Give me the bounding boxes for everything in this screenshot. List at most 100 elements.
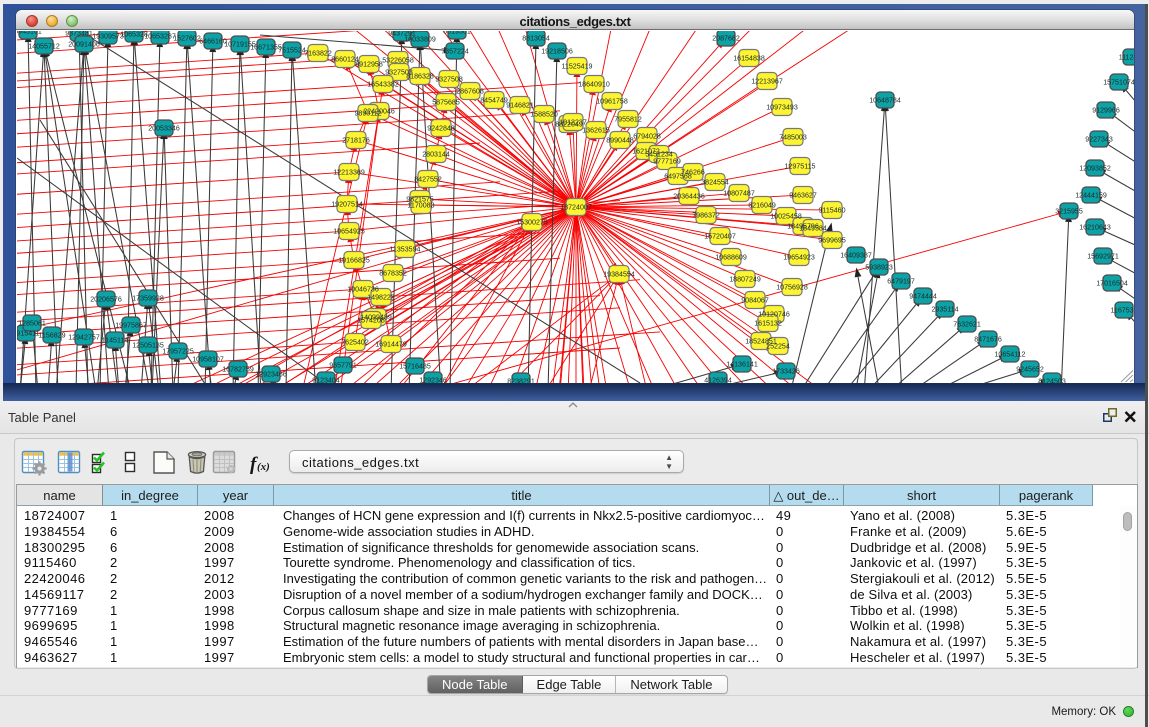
svg-text:5875685: 5875685	[432, 98, 460, 106]
svg-text:10688609: 10688609	[715, 253, 747, 261]
svg-text:7357224: 7357224	[441, 47, 469, 55]
svg-text:12942757: 12942757	[68, 333, 100, 341]
svg-text:10654112: 10654112	[994, 350, 1025, 358]
svg-text:19975867: 19975867	[115, 321, 147, 329]
svg-text:8186328: 8186328	[406, 72, 434, 80]
svg-text:2803144: 2803144	[422, 150, 450, 158]
svg-text:9327508: 9327508	[435, 75, 463, 83]
svg-text:9463627: 9463627	[789, 191, 817, 199]
svg-text:9373481: 9373481	[65, 31, 93, 37]
svg-text:7485003: 7485003	[779, 133, 807, 141]
svg-text:16914479: 16914479	[375, 340, 407, 348]
svg-text:12093852: 12093852	[1079, 164, 1111, 172]
svg-text:1849584: 1849584	[799, 224, 827, 232]
svg-text:17957225: 17957225	[162, 347, 194, 355]
svg-text:6466160: 6466160	[199, 37, 227, 45]
svg-text:746266: 746266	[681, 168, 705, 176]
svg-text:8912958: 8912958	[355, 60, 383, 68]
svg-text:11353594: 11353594	[389, 245, 420, 253]
svg-text:14136141: 14136141	[726, 360, 758, 368]
svg-text:1167533: 1167533	[1110, 306, 1134, 314]
svg-text:12213369: 12213369	[333, 168, 365, 176]
svg-text:20091406: 20091406	[68, 40, 100, 48]
svg-text:15720407: 15720407	[704, 232, 736, 240]
svg-text:11525419: 11525419	[561, 62, 592, 70]
svg-text:8990448: 8990448	[606, 136, 634, 144]
svg-text:6216049: 6216049	[748, 201, 776, 209]
svg-text:1170083: 1170083	[407, 201, 434, 209]
svg-text:10961758: 10961758	[596, 97, 628, 105]
svg-text:16782759: 16782759	[222, 365, 254, 373]
svg-text:8471676: 8471676	[974, 335, 1002, 343]
svg-text:18640910: 18640910	[578, 80, 610, 88]
svg-text:12444159: 12444159	[1075, 191, 1107, 199]
svg-text:2935114: 2935114	[931, 305, 958, 313]
svg-text:10046736: 10046736	[347, 285, 379, 293]
svg-text:18807249: 18807249	[729, 275, 761, 283]
svg-text:1527602: 1527602	[173, 34, 201, 42]
svg-text:9777169: 9777169	[653, 157, 681, 165]
svg-text:9227343: 9227343	[1085, 135, 1113, 143]
svg-text:9115460: 9115460	[818, 206, 845, 214]
svg-text:8819301: 8819301	[443, 31, 471, 35]
svg-text:1574208: 1574208	[357, 316, 385, 324]
svg-text:15751074: 15751074	[1103, 78, 1134, 86]
svg-text:8427552: 8427552	[414, 175, 442, 183]
svg-text:5938923: 5938923	[865, 263, 893, 271]
svg-text:19654925: 19654925	[333, 227, 365, 235]
svg-text:8238291: 8238291	[507, 377, 535, 383]
svg-text:6794028: 6794028	[633, 132, 661, 140]
svg-text:6479197: 6479197	[887, 277, 915, 285]
svg-text:2087682: 2087682	[712, 34, 740, 42]
svg-text:9129966: 9129966	[1092, 106, 1120, 114]
svg-text:15716485: 15716485	[399, 362, 431, 370]
svg-text:(x): (x)	[257, 461, 270, 473]
svg-text:1292346: 1292346	[419, 376, 447, 383]
svg-text:20206576: 20206576	[90, 295, 122, 303]
svg-text:9890112: 9890112	[354, 109, 381, 117]
svg-text:9474444: 9474444	[909, 292, 937, 300]
svg-text:7632621: 7632621	[953, 320, 981, 328]
svg-text:9657791: 9657791	[329, 361, 357, 369]
svg-text:19166825: 19166825	[338, 256, 370, 264]
svg-text:1362615: 1362615	[582, 126, 610, 134]
svg-text:53226058: 53226058	[382, 56, 414, 64]
svg-text:7515524: 7515524	[278, 46, 306, 54]
svg-text:17359928: 17359928	[132, 294, 164, 302]
svg-text:9123404: 9123404	[312, 376, 340, 383]
svg-text:252254: 252254	[766, 342, 790, 350]
svg-text:10973493: 10973493	[766, 103, 798, 111]
svg-text:10120746: 10120746	[758, 310, 790, 318]
svg-text:8678352: 8678352	[379, 269, 407, 277]
svg-text:10653287: 10653287	[144, 32, 176, 40]
svg-text:20053346: 20053346	[148, 124, 180, 132]
svg-text:10807487: 10807487	[723, 189, 755, 197]
svg-text:16543382: 16543382	[367, 80, 399, 88]
svg-text:20364436: 20364436	[673, 192, 705, 200]
svg-text:7955812: 7955812	[614, 115, 642, 123]
svg-text:8124503: 8124503	[1038, 377, 1066, 383]
svg-text:3824554: 3824554	[701, 178, 729, 186]
svg-text:16210643: 16210643	[1079, 223, 1111, 231]
svg-text:9084067: 9084067	[741, 296, 769, 304]
svg-text:3215955: 3215955	[1055, 207, 1083, 215]
svg-text:14055712: 14055712	[28, 42, 60, 50]
svg-text:1588520: 1588520	[530, 110, 558, 118]
svg-text:16154838: 16154838	[733, 54, 765, 62]
svg-text:1012237: 1012237	[559, 118, 587, 126]
svg-text:1733426: 1733426	[772, 367, 800, 375]
svg-text:9699695: 9699695	[818, 236, 846, 244]
svg-text:10025458: 10025458	[770, 212, 802, 220]
svg-text:19654923: 19654923	[783, 253, 815, 261]
svg-text:1498222: 1498222	[367, 293, 395, 301]
svg-text:4126394: 4126394	[704, 376, 732, 383]
svg-text:3915411: 3915411	[17, 329, 40, 337]
svg-text:8813054: 8813054	[522, 34, 550, 42]
svg-text:15300275: 15300275	[516, 218, 548, 226]
svg-text:1112843: 1112843	[1119, 53, 1134, 61]
svg-text:9242848: 9242848	[427, 124, 455, 132]
svg-text:15692971: 15692971	[1087, 252, 1119, 260]
svg-text:8454749: 8454749	[480, 96, 508, 104]
svg-text:16409387: 16409387	[840, 251, 872, 259]
svg-text:16033809: 16033809	[404, 35, 436, 43]
